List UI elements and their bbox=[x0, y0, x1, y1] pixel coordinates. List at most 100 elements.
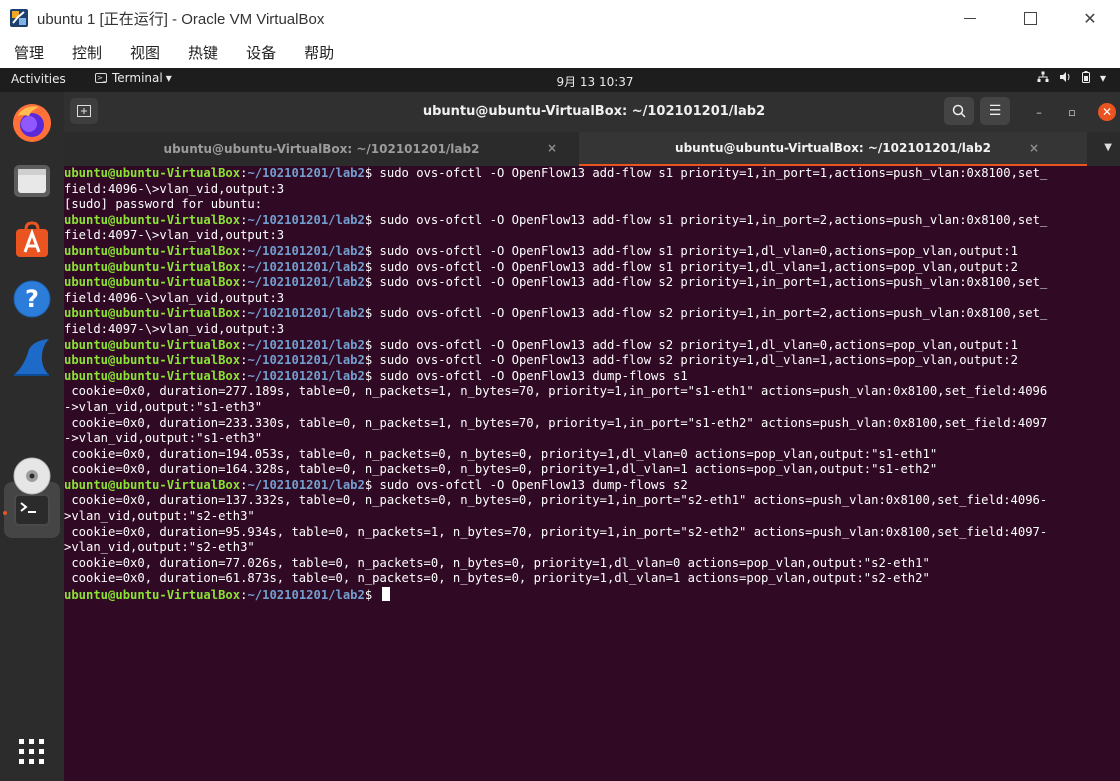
terminal-output-line: cookie=0x0, duration=164.328s, table=0, … bbox=[64, 462, 1047, 478]
menu-manage[interactable]: 管理 bbox=[14, 42, 44, 63]
prompt-path: ~/102101201/lab2 bbox=[247, 306, 365, 321]
prompt-symbol: $ bbox=[364, 212, 380, 227]
prompt-user: ubuntu@ubuntu-VirtualBox bbox=[64, 588, 241, 603]
close-icon: ✕ bbox=[1083, 8, 1097, 28]
terminal-command-line: ubuntu@ubuntu-VirtualBox:~/102101201/lab… bbox=[64, 369, 1047, 385]
menu-hotkeys[interactable]: 热键 bbox=[188, 42, 218, 63]
apps-grid-icon[interactable] bbox=[10, 730, 54, 774]
menu-view[interactable]: 视图 bbox=[130, 42, 160, 63]
terminal-command-line: ubuntu@ubuntu-VirtualBox:~/102101201/lab… bbox=[64, 353, 1047, 369]
terminal-output-line: cookie=0x0, duration=233.330s, table=0, … bbox=[64, 416, 1047, 432]
line-text: cookie=0x0, duration=137.332s, table=0, … bbox=[64, 493, 1048, 508]
terminal-output-line: cookie=0x0, duration=77.026s, table=0, n… bbox=[64, 556, 1047, 572]
prompt-user: ubuntu@ubuntu-VirtualBox bbox=[64, 368, 241, 383]
terminal-command-line: ubuntu@ubuntu-VirtualBox:~/102101201/lab… bbox=[64, 587, 1047, 603]
prompt-symbol: $ bbox=[364, 306, 380, 321]
gnome-topbar: Activities >_ Terminal ▾ 9月 13 10:37 ▾ bbox=[0, 68, 1120, 92]
tab-label: ubuntu@ubuntu-VirtualBox: ~/102101201/la… bbox=[163, 142, 480, 156]
clock[interactable]: 9月 13 10:37 bbox=[0, 73, 1120, 90]
line-text: sudo ovs-ofctl -O OpenFlow13 add-flow s1… bbox=[379, 212, 1048, 227]
prompt-user: ubuntu@ubuntu-VirtualBox bbox=[64, 166, 241, 180]
line-text: field:4097-\>vlan_vid,output:3 bbox=[64, 321, 285, 336]
terminal-command-line: ubuntu@ubuntu-VirtualBox:~/102101201/lab… bbox=[64, 478, 1047, 494]
terminal-command-line: ubuntu@ubuntu-VirtualBox:~/102101201/lab… bbox=[64, 338, 1047, 354]
prompt-user: ubuntu@ubuntu-VirtualBox bbox=[64, 477, 241, 492]
tab-1[interactable]: ubuntu@ubuntu-VirtualBox: ~/102101201/la… bbox=[64, 132, 579, 166]
line-text: [sudo] password for ubuntu: bbox=[64, 197, 263, 212]
menu-devices[interactable]: 设备 bbox=[246, 42, 276, 63]
terminal-output-line: [sudo] password for ubuntu: bbox=[64, 197, 1047, 213]
prompt-symbol: $ bbox=[364, 275, 380, 290]
maximize-icon bbox=[1023, 11, 1037, 25]
prompt-path: ~/102101201/lab2 bbox=[247, 212, 365, 227]
host-titlebar: ubuntu 1 [正在运行] - Oracle VM VirtualBox ✕ bbox=[0, 0, 1120, 36]
line-text: cookie=0x0, duration=164.328s, table=0, … bbox=[64, 462, 938, 477]
minimize-icon bbox=[964, 17, 976, 19]
minimize-icon: – bbox=[1036, 105, 1042, 119]
terminal-output-line: ->vlan_vid,output:"s1-eth3" bbox=[64, 431, 1047, 447]
hamburger-menu-button[interactable]: ☰ bbox=[980, 97, 1010, 125]
terminal-command-line: ubuntu@ubuntu-VirtualBox:~/102101201/lab… bbox=[64, 244, 1047, 260]
line-text: sudo ovs-ofctl -O OpenFlow13 add-flow s1… bbox=[379, 259, 1018, 274]
hamburger-icon: ☰ bbox=[988, 103, 1002, 119]
line-text: field:4096-\>vlan_vid,output:3 bbox=[64, 181, 285, 196]
prompt-symbol: $ bbox=[364, 588, 380, 603]
host-window-title: ubuntu 1 [正在运行] - Oracle VM VirtualBox bbox=[37, 10, 325, 28]
terminal-minimize-button[interactable]: – bbox=[1030, 103, 1048, 121]
terminal-close-button[interactable]: ✕ bbox=[1098, 103, 1116, 121]
menu-control[interactable]: 控制 bbox=[72, 42, 102, 63]
line-text: sudo ovs-ofctl -O OpenFlow13 dump-flows … bbox=[379, 477, 688, 492]
line-text: sudo ovs-ofctl -O OpenFlow13 add-flow s2… bbox=[379, 275, 1048, 290]
volume-icon bbox=[1059, 72, 1070, 82]
terminal-output-line: >vlan_vid,output:"s2-eth3" bbox=[64, 509, 1047, 525]
terminal-output-line: ->vlan_vid,output:"s1-eth3" bbox=[64, 400, 1047, 416]
terminal-body[interactable]: ubuntu@ubuntu-VirtualBox:~/102101201/lab… bbox=[64, 166, 1120, 781]
terminal-output-line: cookie=0x0, duration=61.873s, table=0, n… bbox=[64, 571, 1047, 587]
prompt-path: ~/102101201/lab2 bbox=[247, 477, 365, 492]
terminal-output-line: cookie=0x0, duration=194.053s, table=0, … bbox=[64, 447, 1047, 463]
prompt-path: ~/102101201/lab2 bbox=[247, 588, 365, 603]
terminal-command-line: ubuntu@ubuntu-VirtualBox:~/102101201/lab… bbox=[64, 260, 1047, 276]
prompt-user: ubuntu@ubuntu-VirtualBox bbox=[64, 243, 241, 258]
host-minimize-button[interactable] bbox=[940, 0, 1000, 36]
search-button[interactable] bbox=[944, 97, 974, 125]
prompt-symbol: $ bbox=[364, 243, 380, 258]
line-text: field:4097-\>vlan_vid,output:3 bbox=[64, 228, 285, 243]
ubuntu-dock: ? bbox=[0, 92, 64, 781]
prompt-path: ~/102101201/lab2 bbox=[247, 243, 365, 258]
line-text: sudo ovs-ofctl -O OpenFlow13 dump-flows … bbox=[379, 368, 688, 383]
tab-close-icon[interactable]: × bbox=[1029, 141, 1039, 155]
line-text: sudo ovs-ofctl -O OpenFlow13 add-flow s2… bbox=[379, 337, 1018, 352]
terminal-headerbar: ubuntu@ubuntu-VirtualBox: ~/102101201/la… bbox=[64, 92, 1120, 132]
host-close-button[interactable]: ✕ bbox=[1060, 0, 1120, 36]
prompt-symbol: $ bbox=[364, 337, 380, 352]
help-icon[interactable]: ? bbox=[10, 277, 54, 321]
text-cursor bbox=[381, 587, 390, 602]
terminal-output-line: cookie=0x0, duration=137.332s, table=0, … bbox=[64, 493, 1047, 509]
prompt-symbol: $ bbox=[364, 166, 380, 180]
terminal-command-line: ubuntu@ubuntu-VirtualBox:~/102101201/lab… bbox=[64, 275, 1047, 291]
terminal-restore-button[interactable]: ▫ bbox=[1063, 103, 1081, 121]
line-text: >vlan_vid,output:"s2-eth3" bbox=[64, 509, 255, 524]
system-tray[interactable]: ▾ bbox=[1037, 71, 1106, 85]
line-text: >vlan_vid,output:"s2-eth3" bbox=[64, 540, 255, 555]
line-text: cookie=0x0, duration=277.189s, table=0, … bbox=[64, 384, 1048, 399]
prompt-user: ubuntu@ubuntu-VirtualBox bbox=[64, 306, 241, 321]
tab-list-dropdown-icon[interactable]: ▼ bbox=[1104, 142, 1112, 153]
software-center-icon[interactable] bbox=[10, 217, 54, 261]
line-text: sudo ovs-ofctl -O OpenFlow13 add-flow s2… bbox=[379, 306, 1048, 321]
network-icon bbox=[1037, 71, 1049, 82]
files-icon[interactable] bbox=[10, 159, 54, 203]
tab-close-icon[interactable]: × bbox=[547, 141, 557, 155]
menu-help[interactable]: 帮助 bbox=[304, 42, 334, 63]
prompt-symbol: $ bbox=[364, 353, 380, 368]
firefox-icon[interactable] bbox=[10, 101, 54, 145]
line-text: sudo ovs-ofctl -O OpenFlow13 add-flow s1… bbox=[379, 166, 1048, 180]
prompt-user: ubuntu@ubuntu-VirtualBox bbox=[64, 275, 241, 290]
wireshark-icon[interactable] bbox=[10, 336, 54, 380]
line-text: cookie=0x0, duration=95.934s, table=0, n… bbox=[64, 524, 1048, 539]
disc-icon[interactable] bbox=[10, 454, 54, 498]
host-maximize-button[interactable] bbox=[1000, 0, 1060, 36]
terminal-command-line: ubuntu@ubuntu-VirtualBox:~/102101201/lab… bbox=[64, 306, 1047, 322]
tab-2[interactable]: ubuntu@ubuntu-VirtualBox: ~/102101201/la… bbox=[579, 132, 1087, 166]
